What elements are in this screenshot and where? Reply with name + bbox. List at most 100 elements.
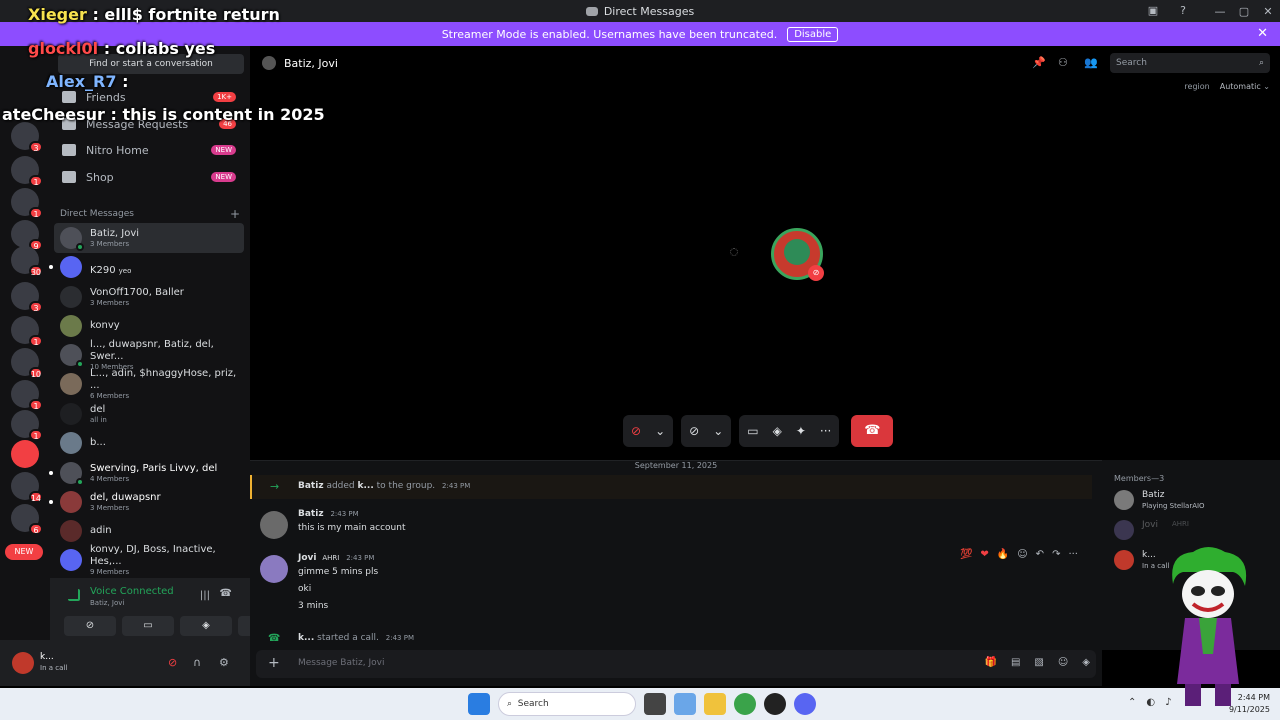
dm-item[interactable]: Swerving, Paris Livvy, del 4 Members (49, 458, 244, 488)
camera-off-button[interactable]: ⊘ (689, 424, 699, 438)
mic-muted-button[interactable]: ⊘ (631, 424, 641, 438)
file-explorer-icon[interactable] (704, 693, 726, 715)
dm-item[interactable]: del, duwapsnr 3 Members (49, 487, 244, 517)
reaction-100-icon[interactable]: 💯 (960, 549, 972, 560)
activity-button[interactable]: ◈ (180, 616, 232, 636)
members-icon[interactable]: 👥 (1084, 56, 1098, 69)
member-item[interactable]: Batiz Playing StellarAIO (1114, 490, 1274, 514)
dm-item[interactable]: del all in (54, 399, 244, 429)
gear-icon[interactable]: ⚙ (219, 656, 229, 669)
pin-icon[interactable]: 📌 (1032, 56, 1046, 69)
minimize-button[interactable]: — (1208, 5, 1232, 18)
reply-icon[interactable]: ↶ (1036, 549, 1044, 560)
server-icon[interactable]: 30 (11, 246, 43, 277)
disconnect-icon[interactable]: ☎ (220, 588, 232, 599)
sticker-icon[interactable]: ▧ (1034, 657, 1043, 668)
system-target[interactable]: k... (358, 481, 374, 491)
server-icon[interactable]: 14 (11, 472, 43, 503)
nav-shop[interactable]: Shop NEW (58, 165, 244, 189)
dm-item[interactable]: b... (54, 428, 244, 458)
headphones-icon[interactable]: ∩ (193, 656, 201, 669)
nav-nitro-home[interactable]: Nitro Home NEW (58, 138, 244, 162)
screen-share-icon[interactable]: ▭ (747, 424, 758, 438)
close-window-button[interactable]: ✕ (1256, 5, 1280, 18)
server-icon[interactable]: 1 (11, 156, 43, 187)
forward-icon[interactable]: ↷ (1052, 549, 1060, 560)
call-event-text: k... started a call. 2:43 PM (298, 633, 414, 643)
more-icon[interactable]: ··· (1068, 549, 1078, 560)
avatar (60, 403, 82, 425)
system-actor[interactable]: Batiz (298, 481, 324, 491)
dm-item[interactable]: l..., duwapsnr, Batiz, del, Swer... 10 Me… (54, 339, 244, 371)
disable-button[interactable]: Disable (787, 26, 839, 42)
member-item[interactable]: Jovi AHRI (1114, 520, 1274, 544)
help-icon[interactable]: ? (1176, 4, 1190, 18)
maximize-button[interactable]: ▢ (1232, 5, 1256, 18)
voice-status[interactable]: Voice Connected (90, 586, 174, 597)
dm-item[interactable]: konvy, DJ, Boss, Inactive, Hes,... 9 Memb… (54, 544, 244, 576)
author-name[interactable]: Jovi (298, 553, 316, 563)
reaction-fire-icon[interactable]: 🔥 (997, 549, 1009, 560)
activity-icon[interactable]: ◈ (773, 424, 782, 438)
copilot-icon[interactable] (674, 693, 696, 715)
new-pill[interactable]: NEW (5, 544, 43, 560)
task-view-icon[interactable] (644, 693, 666, 715)
server-icon[interactable]: 1 (11, 188, 43, 219)
mute-mic-icon[interactable]: ⊘ (168, 656, 177, 669)
chat-username: ateCheesur (2, 105, 105, 124)
search-input[interactable]: Search ⌕ (1110, 53, 1270, 73)
inbox-icon[interactable]: ▣ (1146, 4, 1160, 18)
dm-item[interactable]: konvy (54, 311, 244, 341)
add-friends-icon[interactable]: ⚇ (1058, 56, 1068, 69)
chrome-icon[interactable] (734, 693, 756, 715)
server-icon[interactable]: 3 (11, 122, 43, 153)
server-icon[interactable]: 1 (11, 316, 43, 347)
end-call-button[interactable]: ☎ (851, 415, 894, 447)
server-icon[interactable]: 3 (11, 282, 43, 313)
gif-icon[interactable]: ▤ (1011, 657, 1020, 668)
avatar (60, 549, 82, 571)
activity-icon[interactable]: ◈ (1082, 657, 1090, 668)
dm-item[interactable]: Batiz, Jovi 3 Members (54, 223, 244, 253)
status-indicator (76, 360, 84, 368)
network-icon[interactable]: ◐ (1146, 697, 1155, 708)
more-icon[interactable]: ··· (820, 424, 831, 438)
server-icon[interactable]: 10 (11, 348, 43, 379)
windows-start-icon[interactable] (468, 693, 490, 715)
dm-item[interactable]: L..., adin, $hnaggyHose, priz, ... 6 Memb… (54, 368, 244, 400)
message-input[interactable]: + Message Batiz, Jovi 🎁 ▤ ▧ ☺ ◈ (256, 650, 1096, 678)
dm-item[interactable]: K290 yeo (49, 252, 244, 282)
server-icon[interactable]: 1 (11, 380, 43, 411)
reaction-heart-icon[interactable]: ❤ (980, 549, 988, 560)
emoji-icon[interactable]: ☺ (1058, 657, 1068, 668)
chevron-up-icon[interactable]: ⌃ (1128, 697, 1136, 708)
dm-item[interactable]: VonOff1700, Baller 3 Members (54, 282, 244, 312)
dm-item[interactable]: adin (54, 516, 244, 546)
chevron-down-icon[interactable]: ⌄ (655, 424, 665, 438)
add-attachment-icon[interactable]: + (268, 655, 280, 671)
taskbar-search[interactable]: ⌕ Search (498, 692, 636, 716)
screen-share-button[interactable]: ▭ (122, 616, 174, 636)
author-avatar[interactable] (260, 511, 288, 539)
chevron-down-icon[interactable]: ⌄ (713, 424, 723, 438)
create-dm-icon[interactable]: + (230, 207, 240, 221)
close-banner-icon[interactable]: ✕ (1257, 26, 1268, 41)
video-off-button[interactable]: ⊘ (64, 616, 116, 636)
call-participant-avatar[interactable]: ⊘ (771, 228, 824, 281)
discord-taskbar-icon[interactable] (794, 693, 816, 715)
server-icon[interactable]: 1 (11, 410, 43, 441)
gift-icon[interactable]: 🎁 (985, 657, 997, 668)
author-avatar[interactable] (260, 555, 288, 583)
user-avatar[interactable] (12, 652, 34, 674)
voice-channel[interactable]: Batiz, Jovi (90, 599, 124, 607)
region-selector[interactable]: region Automatic ⌄ (1184, 82, 1270, 91)
app-icon[interactable] (764, 693, 786, 715)
add-reaction-icon[interactable]: ☺ (1017, 549, 1027, 560)
discord-server-icon[interactable] (11, 440, 39, 468)
server-icon[interactable]: 9 (11, 220, 43, 251)
author-name[interactable]: Batiz (298, 509, 324, 519)
call-actor[interactable]: k... (298, 633, 314, 643)
noise-suppression-icon[interactable]: ||| (200, 590, 210, 601)
server-icon[interactable]: 6 (11, 504, 43, 535)
soundboard-icon[interactable]: ✦ (796, 424, 806, 438)
